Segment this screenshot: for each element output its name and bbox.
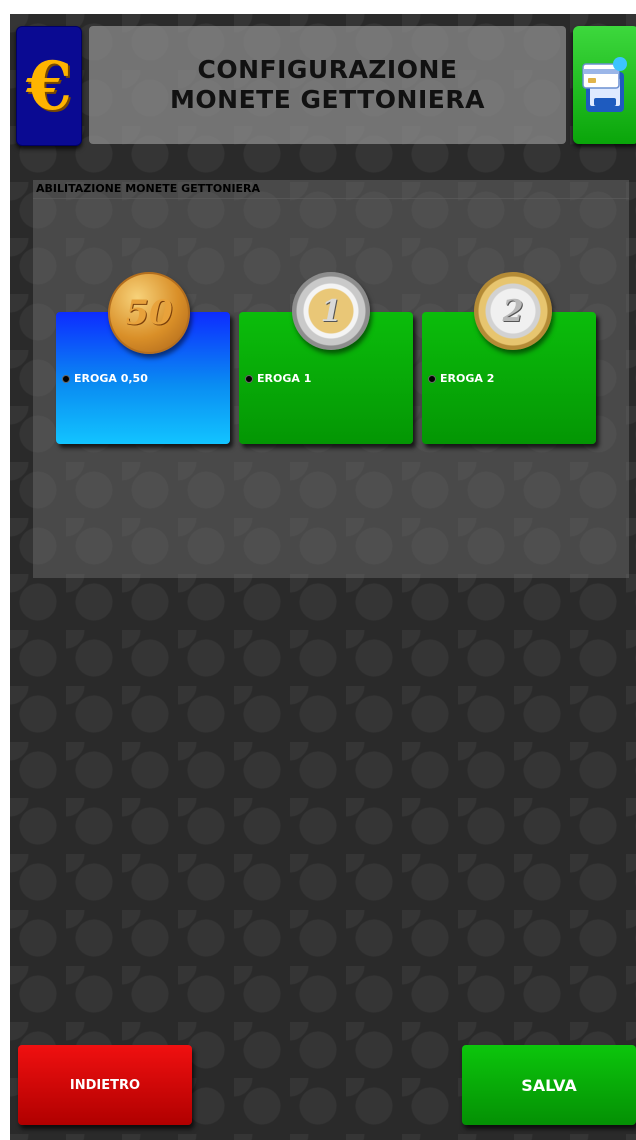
title-line-1: CONFIGURAZIONE (197, 55, 458, 84)
save-button[interactable]: SALVA (462, 1045, 636, 1125)
title-line-2: MONETE GETTONIERA (170, 85, 485, 114)
coin-050-icon: 50 (108, 272, 190, 354)
payment-button[interactable] (573, 26, 636, 144)
coin-1-euro-icon: 1 (292, 272, 370, 350)
payment-card-icon (582, 57, 627, 112)
coin-050-numeral: 50 (125, 293, 173, 333)
panel-divider (33, 198, 629, 199)
coin-1-numeral: 1 (320, 293, 342, 329)
panel-title: ABILITAZIONE MONETE GETTONIERA (36, 182, 261, 195)
status-dot (62, 374, 70, 383)
status-dot (428, 374, 436, 383)
euro-button[interactable]: € (16, 26, 82, 146)
back-button[interactable]: INDIETRO (18, 1045, 192, 1125)
euro-icon: € (26, 47, 72, 125)
coin-label-text-1: EROGA 1 (257, 372, 312, 385)
page-title: CONFIGURAZIONE MONETE GETTONIERA (89, 26, 566, 144)
coin-2-euro-icon: 2 (474, 272, 552, 350)
app-screen: € CONFIGURAZIONE MONETE GETTONIERA ABILI… (10, 14, 636, 1140)
coin-label-1: EROGA 1 (245, 372, 311, 385)
status-dot (245, 374, 253, 383)
coin-label-text-050: EROGA 0,50 (74, 372, 148, 385)
coin-label-050: EROGA 0,50 (62, 372, 148, 385)
coin-label-2: EROGA 2 (428, 372, 494, 385)
coin-label-text-2: EROGA 2 (440, 372, 495, 385)
coin-2-numeral: 2 (502, 293, 524, 329)
coin-enable-panel: ABILITAZIONE MONETE GETTONIERA EROGA 0,5… (33, 180, 629, 578)
